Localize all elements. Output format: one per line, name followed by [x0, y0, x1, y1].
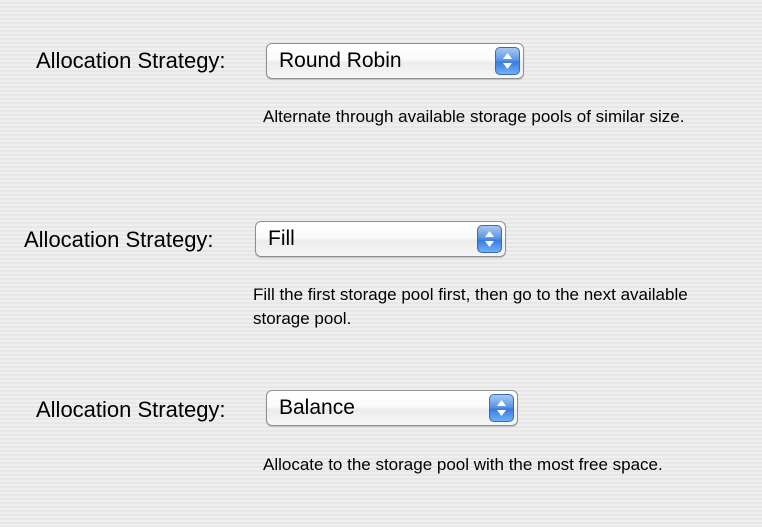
- window-bottom-edge: [0, 527, 762, 531]
- popup-selected-value: Round Robin: [279, 49, 402, 72]
- up-down-chevron-icon: [495, 47, 520, 75]
- up-down-chevron-icon: [489, 394, 514, 422]
- allocation-strategy-popup[interactable]: Balance: [266, 390, 518, 426]
- popup-selected-value: Balance: [279, 396, 355, 419]
- allocation-strategy-description: Alternate through available storage pool…: [263, 107, 685, 126]
- allocation-strategy-label: Allocation Strategy:: [24, 227, 214, 252]
- allocation-strategy-popup[interactable]: Round Robin: [266, 43, 524, 79]
- allocation-strategy-label: Allocation Strategy:: [36, 397, 226, 422]
- allocation-strategy-description: Allocate to the storage pool with the mo…: [263, 455, 663, 474]
- allocation-strategy-description: Fill the first storage pool first, then …: [253, 285, 688, 328]
- up-down-chevron-icon: [477, 225, 502, 253]
- popup-selected-value: Fill: [268, 227, 295, 250]
- allocation-strategy-popup[interactable]: Fill: [255, 221, 506, 257]
- allocation-strategy-label: Allocation Strategy:: [36, 48, 226, 73]
